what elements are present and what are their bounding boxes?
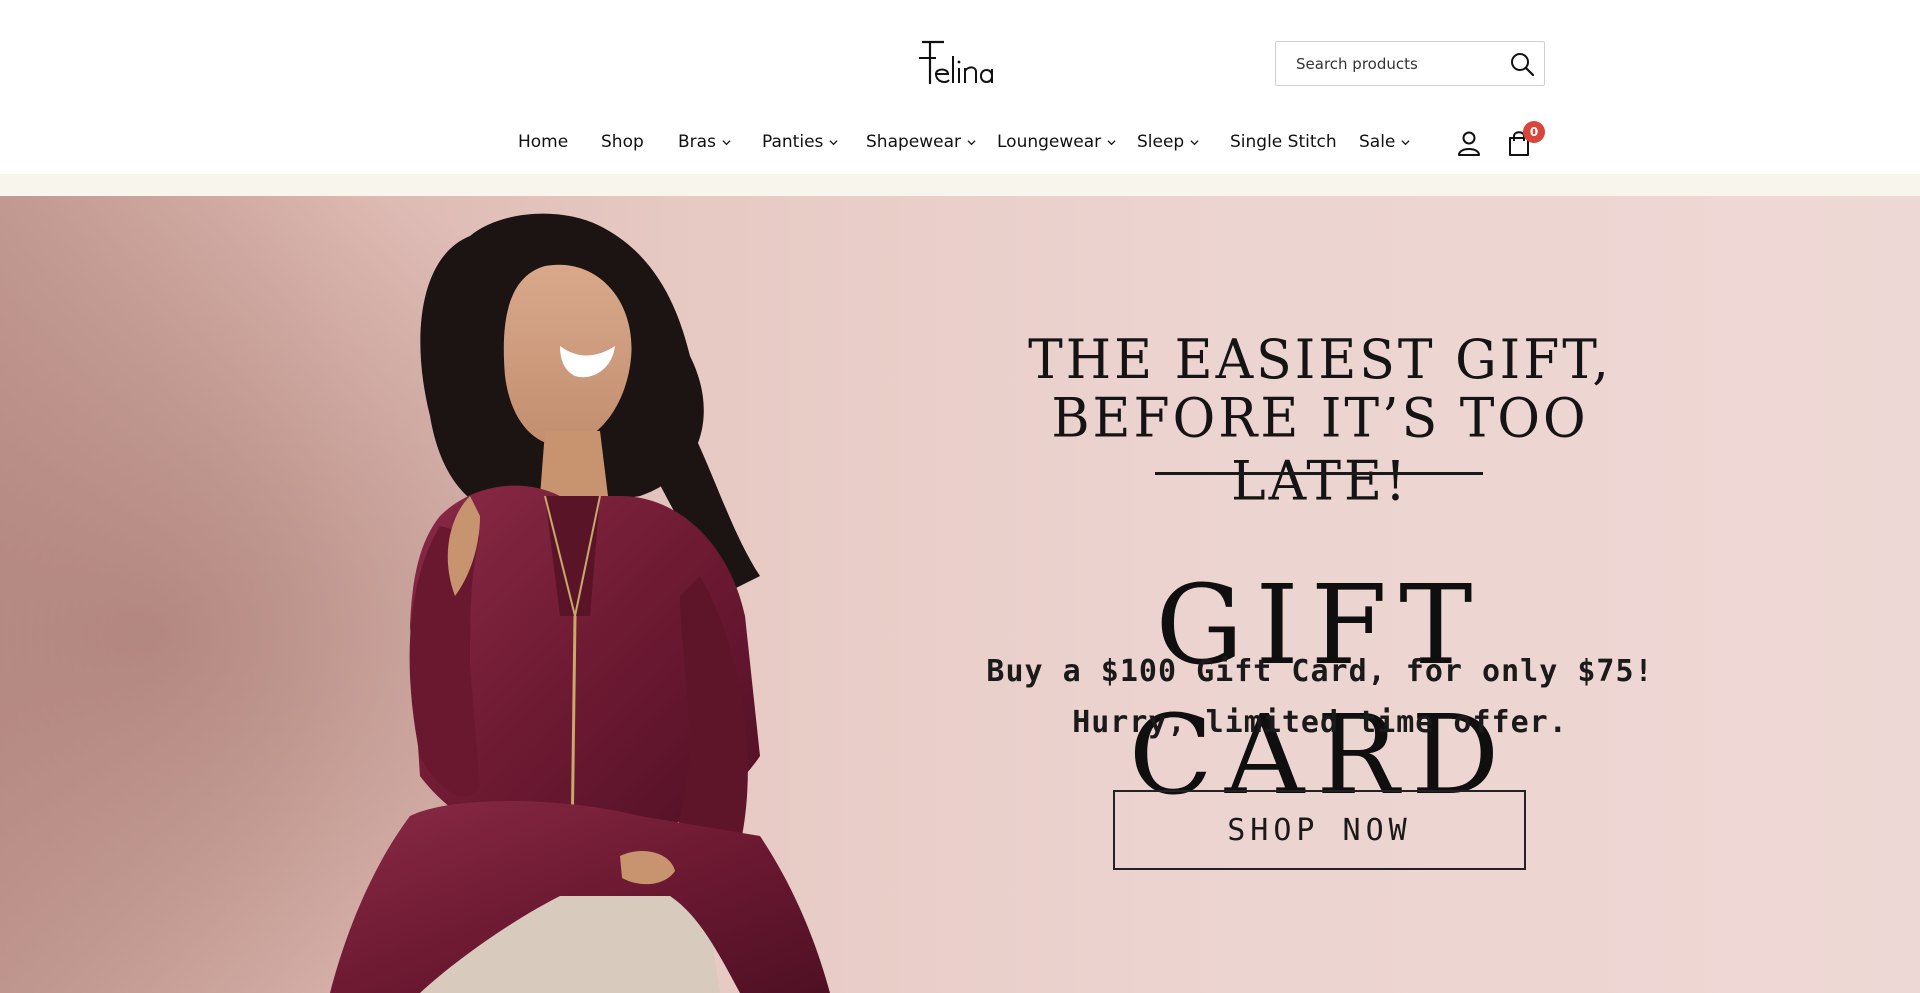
nav-item-label: Bras (678, 132, 716, 152)
chevron-down-icon (722, 139, 731, 145)
headline-divider (1155, 472, 1483, 475)
hero-copy: THE EASIEST GIFT, BEFORE IT’S TOO LATE! … (980, 196, 1660, 993)
nav-item-label: Panties (762, 132, 824, 152)
nav-item-label: Shapewear (866, 132, 962, 152)
account-button[interactable] (1456, 130, 1482, 156)
felina-logo[interactable] (918, 38, 1002, 90)
hero-headline: THE EASIEST GIFT, BEFORE IT’S TOO LATE! (980, 328, 1660, 514)
offer-line-1: Buy a $100 Gift Card, for only $75! (986, 654, 1654, 689)
nav-item-label: Single Stitch (1230, 132, 1337, 152)
hero-offer: Buy a $100 Gift Card, for only $75! Hurr… (980, 646, 1660, 748)
cart-count-badge: 0 (1523, 121, 1545, 143)
search-box (1275, 41, 1545, 86)
offer-line-2: Hurry, limited time offer. (1072, 705, 1568, 740)
announcement-bar (0, 174, 1920, 196)
hero-model-image (0, 196, 1000, 993)
nav-item-bras[interactable]: Bras (678, 130, 731, 154)
main-nav: Home Shop Bras Panties Shapewear Loungew… (0, 124, 1920, 160)
site-header: Home Shop Bras Panties Shapewear Loungew… (0, 0, 1920, 174)
nav-item-home[interactable]: Home (518, 130, 568, 154)
nav-item-panties[interactable]: Panties (762, 130, 838, 154)
nav-item-label: Home (518, 132, 569, 152)
chevron-down-icon (829, 139, 838, 145)
shop-now-button[interactable]: SHOP NOW (1113, 790, 1526, 870)
hero-headline-line-2: BEFORE IT’S TOO LATE! (1051, 387, 1589, 513)
user-icon (1458, 131, 1480, 156)
logo-wordmark (919, 40, 993, 84)
hero-banner: THE EASIEST GIFT, BEFORE IT’S TOO LATE! … (0, 196, 1920, 993)
nav-item-label: Sleep (1137, 132, 1185, 152)
chevron-down-icon (1190, 139, 1199, 145)
chevron-down-icon (967, 139, 976, 145)
chevron-down-icon (1107, 139, 1116, 145)
nav-item-sale[interactable]: Sale (1359, 130, 1410, 154)
hero-headline-line-1: THE EASIEST GIFT, (1028, 328, 1612, 392)
nav-item-single-stitch[interactable]: Single Stitch (1230, 130, 1337, 154)
search-button[interactable] (1508, 50, 1536, 78)
nav-item-label: Sale (1359, 132, 1396, 152)
search-icon (1511, 53, 1535, 77)
nav-item-label: Loungewear (997, 132, 1102, 152)
nav-item-shop[interactable]: Shop (601, 130, 644, 154)
nav-item-sleep[interactable]: Sleep (1137, 130, 1199, 154)
search-input[interactable] (1294, 42, 1504, 85)
nav-item-shapewear[interactable]: Shapewear (866, 130, 976, 154)
chevron-down-icon (1401, 139, 1410, 145)
nav-item-loungewear[interactable]: Loungewear (997, 130, 1116, 154)
nav-item-label: Shop (601, 132, 644, 152)
